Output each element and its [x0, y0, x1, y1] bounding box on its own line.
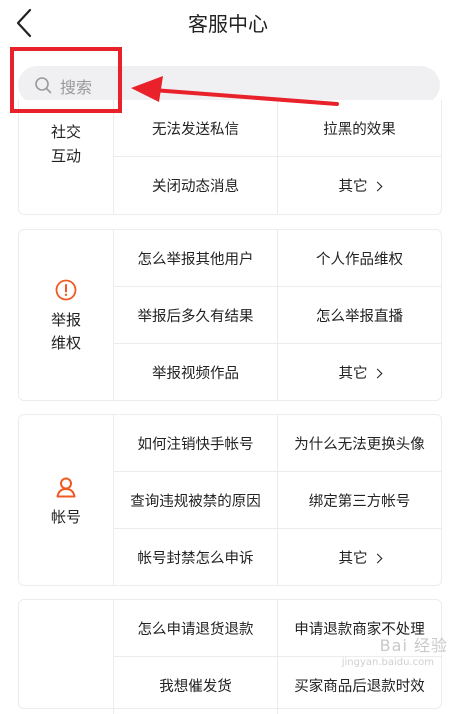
faq-item[interactable]: 怎么举报直播 [277, 287, 441, 343]
faq-item[interactable]: 我想催发货 [114, 657, 277, 714]
faq-item[interactable]: 关闭动态消息 [114, 157, 277, 214]
more-link[interactable]: 其它 [277, 157, 441, 214]
faq-item[interactable]: 举报后多久有结果 [114, 287, 277, 343]
question-grid: 无法发送私信 拉黑的效果 关闭动态消息 其它 [113, 100, 441, 214]
faq-item[interactable]: 怎么申请退货退款 [114, 600, 277, 656]
faq-item[interactable]: 举报视频作品 [114, 344, 277, 401]
category-label: 维权 [50, 334, 81, 352]
help-section-orders: 怎么申请退货退款 申请退款商家不处理 我想催发货 买家商品后退款时效 [18, 599, 442, 714]
category-label: 互动 [50, 147, 81, 165]
more-label: 其它 [338, 551, 368, 567]
chevron-right-icon [372, 181, 382, 191]
more-label: 其它 [338, 179, 368, 195]
table-row: 举报后多久有结果 怎么举报直播 [114, 287, 441, 344]
table-row: 关闭动态消息 其它 [114, 157, 441, 214]
user-icon [56, 477, 76, 498]
category-label: 帐号 [50, 508, 81, 526]
faq-item[interactable]: 如何注销快手帐号 [114, 415, 277, 471]
more-label: 其它 [338, 366, 368, 382]
table-row: 怎么举报其他用户 个人作品维权 [114, 230, 441, 287]
header-bar: 客服中心 [0, 0, 456, 46]
more-link[interactable]: 其它 [277, 529, 441, 586]
faq-item[interactable]: 个人作品维权 [277, 230, 441, 286]
help-section-report: 举报 维权 怎么举报其他用户 个人作品维权 举报后多久有结果 怎么举报直播 举报… [18, 229, 442, 401]
faq-item[interactable]: 绑定第三方帐号 [277, 472, 441, 528]
help-section-account: 帐号 如何注销快手帐号 为什么无法更换头像 查询违规被禁的原因 绑定第三方帐号 … [18, 414, 442, 586]
question-grid: 怎么举报其他用户 个人作品维权 举报后多久有结果 怎么举报直播 举报视频作品 其… [113, 230, 441, 401]
category-account[interactable]: 帐号 [19, 415, 113, 585]
faq-item[interactable]: 为什么无法更换头像 [277, 415, 441, 471]
watermark-sub: jingyan.baidu.com [341, 657, 434, 668]
question-grid: 如何注销快手帐号 为什么无法更换头像 查询违规被禁的原因 绑定第三方帐号 帐号封… [113, 415, 441, 586]
category-social[interactable]: 社交 互动 [19, 100, 113, 214]
warning-circle-icon [55, 279, 77, 301]
annotation-arrow-icon [131, 76, 339, 106]
watermark: Bai 经验 [379, 636, 448, 655]
chevron-right-icon [372, 553, 382, 563]
help-section-social: 社交 互动 无法发送私信 拉黑的效果 关闭动态消息 其它 [18, 100, 442, 215]
page-title: 客服中心 [188, 12, 268, 36]
category-label: 举报 [50, 311, 81, 329]
table-row: 举报视频作品 其它 [114, 344, 441, 401]
category-label: 社交 [50, 123, 81, 141]
faq-item[interactable]: 怎么举报其他用户 [114, 230, 277, 286]
table-row: 查询违规被禁的原因 绑定第三方帐号 [114, 472, 441, 529]
faq-item[interactable]: 查询违规被禁的原因 [114, 472, 277, 528]
highlight-box [10, 47, 122, 113]
more-link[interactable]: 其它 [277, 344, 441, 401]
chevron-right-icon [372, 368, 382, 378]
category-report[interactable]: 举报 维权 [19, 230, 113, 400]
table-row: 帐号封禁怎么申诉 其它 [114, 529, 441, 586]
category-orders[interactable] [19, 600, 113, 708]
faq-item[interactable]: 帐号封禁怎么申诉 [114, 529, 277, 586]
table-row: 如何注销快手帐号 为什么无法更换头像 [114, 415, 441, 472]
